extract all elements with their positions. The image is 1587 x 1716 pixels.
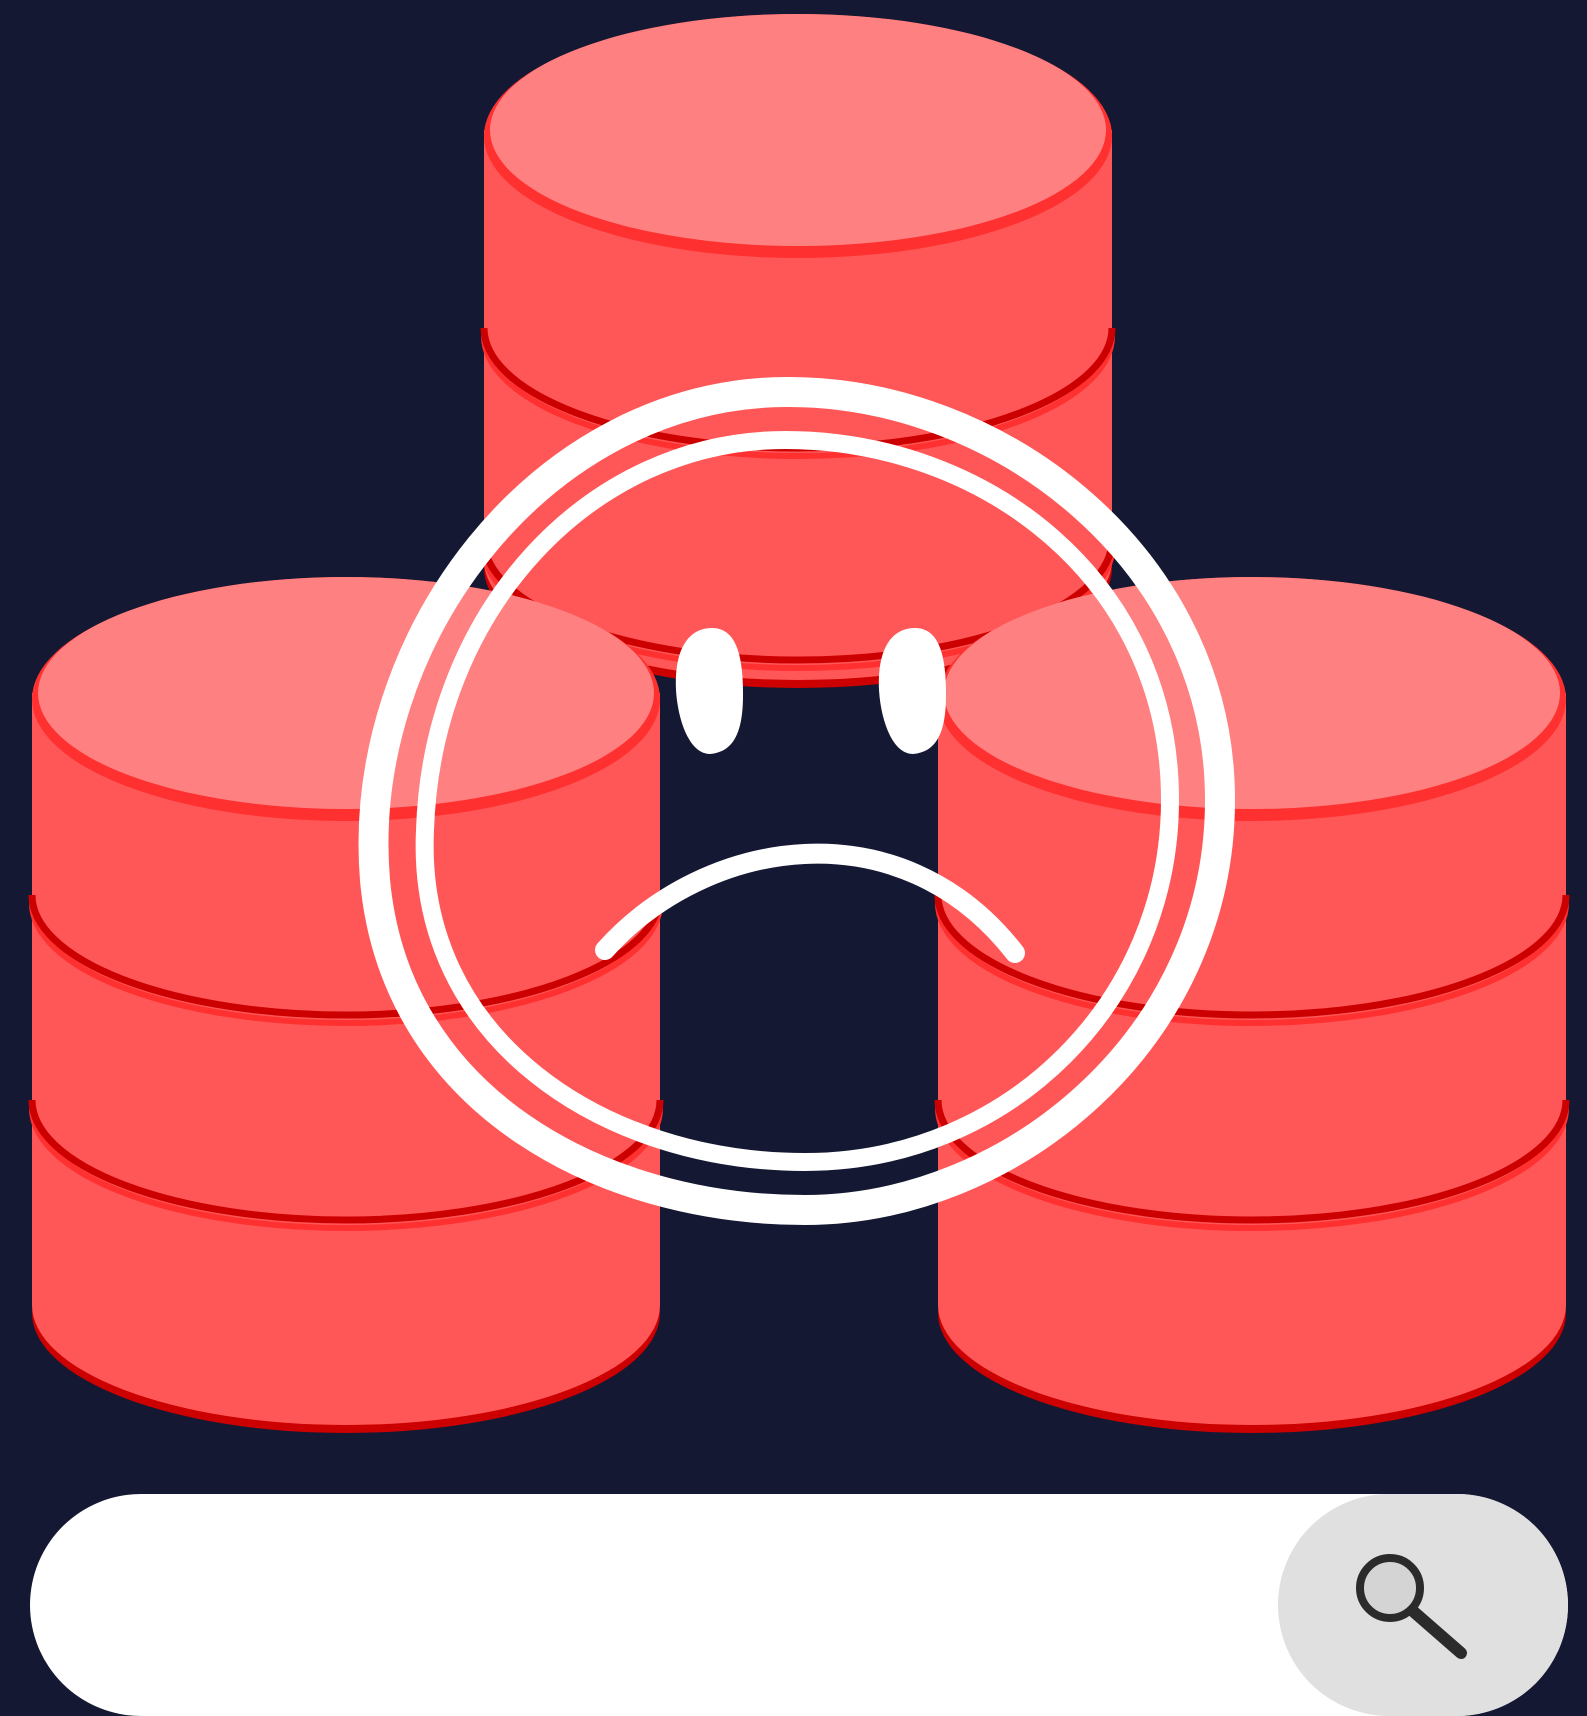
database-stack-icon-top [480,14,1116,688]
cylinder-top-face [944,577,1560,809]
search-bar [30,1494,1568,1716]
database-error-illustration [0,0,1587,1709]
illustration-canvas [28,14,1570,1433]
cylinder-top-face [38,577,654,809]
search-button[interactable] [1278,1494,1568,1716]
search-input[interactable] [140,1494,1284,1716]
cylinder-top-face [490,14,1106,246]
search-icon [1356,1554,1467,1659]
database-stack-icon-left [28,577,664,1433]
sad-face-right-eye [878,628,946,754]
sad-face-left-eye [675,628,743,754]
database-stack-icon-right [934,577,1570,1433]
